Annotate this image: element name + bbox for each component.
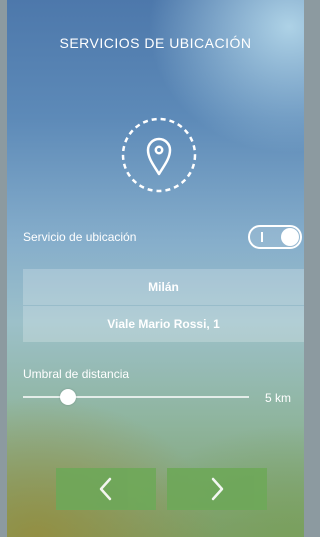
location-services-screen: SERVICIOS DE UBICACIÓN Servicio de ubica… (7, 0, 304, 537)
distance-threshold-label: Umbral de distancia (23, 367, 130, 381)
city-field[interactable]: Milán (23, 269, 304, 305)
location-pin-icon (120, 116, 198, 194)
distance-slider-thumb[interactable] (60, 389, 77, 405)
toggle-on-mark (261, 232, 263, 242)
back-button[interactable] (56, 468, 156, 510)
distance-slider-track[interactable] (23, 396, 249, 398)
location-service-toggle[interactable] (248, 225, 302, 249)
location-service-label: Servicio de ubicación (23, 230, 137, 244)
distance-value: 5 km (265, 391, 292, 405)
toggle-knob (281, 228, 299, 246)
chevron-right-icon (211, 477, 224, 501)
next-button[interactable] (167, 468, 267, 510)
page-title: SERVICIOS DE UBICACIÓN (59, 35, 252, 51)
street-field[interactable]: Viale Mario Rossi, 1 (23, 306, 304, 342)
chevron-left-icon (99, 477, 112, 501)
